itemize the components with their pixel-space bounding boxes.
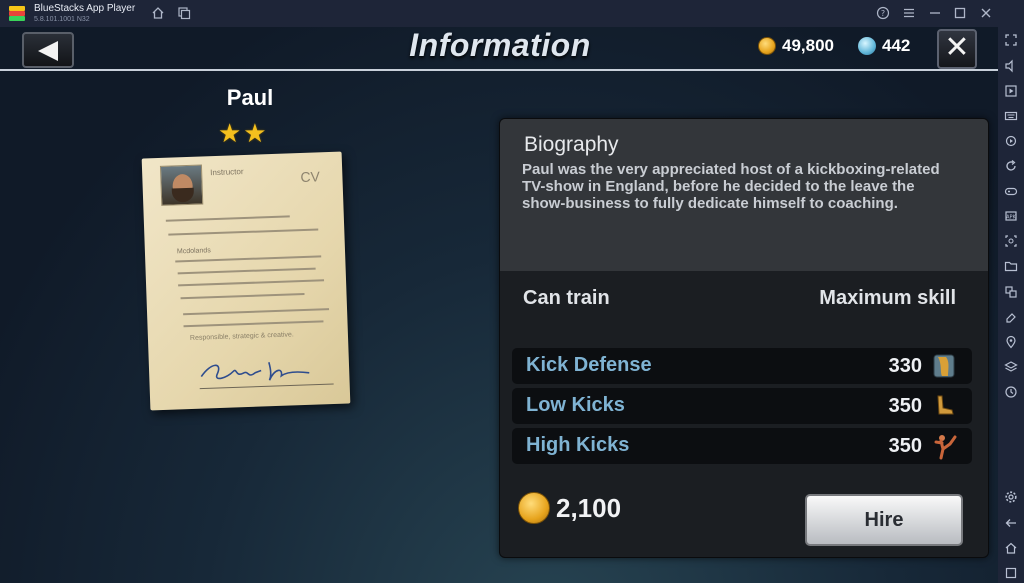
- cv-motto: Responsible, strategic & creative.: [189, 331, 294, 342]
- hire-price: 2,100: [518, 492, 621, 524]
- skill-row-high-kicks: High Kicks 350: [512, 428, 972, 464]
- info-panel: Biography Paul was the very appreciated …: [499, 118, 989, 558]
- menu-icon[interactable]: [902, 6, 916, 20]
- recent-apps-icon[interactable]: [1004, 566, 1018, 580]
- volume-icon[interactable]: [1004, 59, 1018, 73]
- back-arrow-icon: [38, 41, 58, 61]
- hire-button[interactable]: Hire: [805, 494, 963, 546]
- cv-mark: CV: [300, 168, 321, 186]
- app-title: BlueStacks App Player: [34, 3, 136, 14]
- keyboard-icon[interactable]: [1004, 109, 1018, 123]
- shin-guard-icon: [933, 354, 955, 378]
- skill-value: 350: [888, 435, 922, 457]
- cv-text-line: [177, 267, 316, 275]
- portrait-photo: [159, 164, 204, 206]
- apk-icon[interactable]: APK: [1004, 209, 1018, 223]
- app-name-block: BlueStacks App Player 5.8.101.1001 N32: [34, 3, 136, 24]
- close-x-icon: ✕: [944, 30, 970, 65]
- cv-text-line: [180, 292, 305, 300]
- biography-text: Paul was the very appreciated host of a …: [522, 161, 940, 212]
- media-icon[interactable]: [1004, 84, 1018, 98]
- star-rating: ★★: [218, 119, 269, 149]
- signature-image: [199, 362, 334, 390]
- maximize-icon[interactable]: [953, 6, 967, 20]
- back-icon[interactable]: [1004, 516, 1018, 530]
- close-button[interactable]: ✕: [937, 29, 977, 69]
- low-kick-icon: [937, 395, 954, 415]
- high-kick-icon: [934, 435, 957, 460]
- help-icon[interactable]: ?: [876, 6, 890, 20]
- biography-title: Biography: [524, 133, 619, 156]
- multi-window-icon[interactable]: [1004, 285, 1018, 299]
- cv-text-line: [183, 320, 324, 328]
- can-train-header: Can train: [523, 287, 610, 309]
- settings-icon[interactable]: [1004, 490, 1018, 504]
- skill-value: 350: [888, 395, 922, 417]
- skill-name: Kick Defense: [526, 354, 652, 376]
- cv-text-line: [183, 308, 330, 316]
- header-divider: [0, 69, 998, 71]
- app-version: 5.8.101.1001 N32: [34, 16, 90, 23]
- cv-document: Instructor CV Mcdolands Responsible, str…: [141, 151, 351, 411]
- character-name: Paul: [226, 85, 274, 110]
- page-title: Information: [409, 27, 591, 63]
- cv-text-line: [168, 228, 319, 236]
- minimize-icon[interactable]: [928, 6, 942, 20]
- layers-icon[interactable]: [1004, 360, 1018, 374]
- cv-company: Mcdolands: [176, 247, 211, 256]
- clock-icon[interactable]: [1004, 385, 1018, 399]
- gem-balance: 442: [858, 36, 910, 56]
- multi-instance-icon[interactable]: [177, 6, 191, 20]
- svg-text:?: ?: [881, 9, 885, 18]
- skill-row-kick-defense: Kick Defense 330: [512, 348, 972, 384]
- eraser-icon[interactable]: [1004, 310, 1018, 324]
- biography-section: Biography Paul was the very appreciated …: [500, 119, 988, 271]
- skill-name: Low Kicks: [526, 394, 625, 416]
- close-icon[interactable]: [979, 6, 993, 20]
- svg-text:APK: APK: [1006, 215, 1016, 221]
- folder-icon[interactable]: [1004, 259, 1018, 273]
- cv-role: Instructor: [210, 167, 244, 178]
- skill-row-low-kicks: Low Kicks 350: [512, 388, 972, 424]
- home-icon[interactable]: [151, 6, 165, 20]
- fullscreen-icon[interactable]: [1004, 33, 1018, 47]
- cv-text-line: [175, 255, 322, 263]
- skill-value: 330: [888, 355, 922, 377]
- coin-icon: [758, 37, 776, 55]
- price-amount: 2,100: [556, 492, 622, 523]
- home-icon[interactable]: [1004, 541, 1018, 555]
- title-bar: BlueStacks App Player 5.8.101.1001 N32 ?: [0, 0, 1024, 27]
- coin-amount: 49,800: [782, 36, 834, 55]
- cv-text-line: [165, 215, 290, 222]
- game-screen: Information 49,800 442 ✕ Paul ★★ Instruc…: [0, 27, 998, 583]
- gamepad-icon[interactable]: [1004, 184, 1018, 198]
- screenshot-icon[interactable]: [1004, 234, 1018, 248]
- max-skill-header: Maximum skill: [819, 287, 956, 309]
- rotate-icon[interactable]: [1004, 134, 1018, 148]
- bluestacks-logo-icon: [9, 5, 25, 22]
- cv-text-line: [178, 279, 325, 287]
- back-button[interactable]: [22, 32, 74, 68]
- coin-balance: 49,800: [758, 36, 834, 56]
- gem-amount: 442: [882, 36, 911, 55]
- skill-name: High Kicks: [526, 434, 630, 456]
- location-icon[interactable]: [1004, 335, 1018, 349]
- gem-icon: [858, 37, 876, 55]
- sidebar: APK: [998, 27, 1024, 583]
- sync-icon[interactable]: [1004, 159, 1018, 173]
- coin-icon: [518, 492, 550, 524]
